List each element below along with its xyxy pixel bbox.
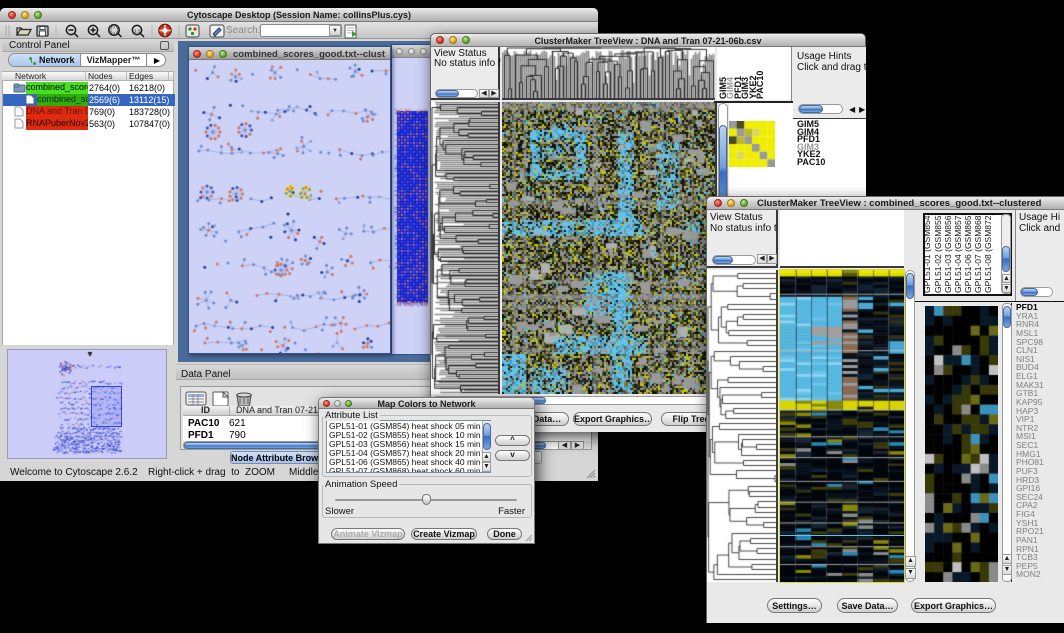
svg-text:1:1: 1:1 [134, 29, 141, 34]
